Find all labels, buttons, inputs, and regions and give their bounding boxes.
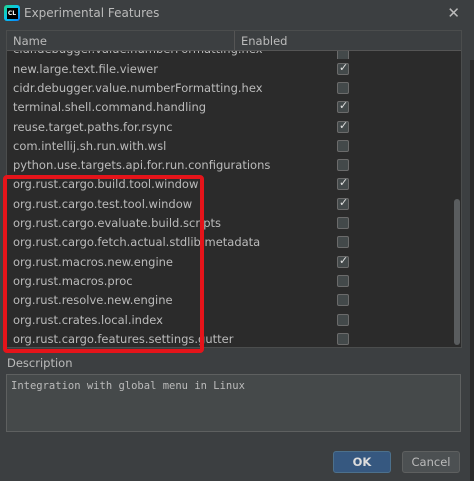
table-row[interactable]: org.rust.macros.proc: [7, 271, 455, 290]
table-row[interactable]: org.rust.crates.local.index: [7, 310, 455, 329]
enabled-checkbox[interactable]: [337, 196, 349, 210]
table-row[interactable]: org.rust.cargo.test.tool.window: [7, 194, 455, 213]
table-row[interactable]: cidr.debugger.value.numberFormatting.hex: [7, 51, 455, 59]
vertical-scrollbar[interactable]: [453, 51, 461, 347]
feature-name: org.rust.cargo.fetch.actual.stdlib.metad…: [13, 235, 261, 250]
enabled-checkbox[interactable]: [337, 294, 349, 307]
ok-button[interactable]: OK: [333, 451, 391, 473]
table-row[interactable]: cidr.debugger.value.numberFormatting.hex: [7, 78, 455, 97]
feature-name: cidr.debugger.value.numberFormatting.hex: [13, 80, 263, 95]
feature-name: org.rust.cargo.test.tool.window: [13, 196, 193, 211]
enabled-checkbox[interactable]: [337, 61, 349, 75]
enabled-checkbox[interactable]: [337, 254, 349, 268]
table-row[interactable]: org.rust.cargo.fetch.actual.stdlib.metad…: [7, 233, 455, 252]
table-row[interactable]: org.rust.cargo.evaluate.build.scripts: [7, 213, 455, 232]
enabled-checkbox[interactable]: [337, 176, 349, 191]
enabled-checkbox[interactable]: [337, 332, 349, 345]
features-table: Name Enabled cidr.debugger.value.numberF…: [6, 30, 462, 348]
feature-name: terminal.shell.command.handling: [13, 100, 207, 115]
enabled-checkbox[interactable]: [337, 139, 349, 152]
column-header-enabled[interactable]: Enabled: [235, 31, 287, 51]
feature-name: python.use.targets.api.for.run.configura…: [13, 158, 271, 173]
clion-app-icon: CL: [4, 5, 20, 21]
feature-name: org.rust.cargo.features.settings.gutter: [13, 331, 234, 346]
enabled-checkbox[interactable]: [337, 217, 349, 230]
feature-name: org.rust.cargo.build.tool.window: [13, 177, 199, 192]
table-row[interactable]: new.large.text.file.viewer: [7, 59, 455, 78]
enabled-checkbox[interactable]: [337, 236, 349, 249]
table-row[interactable]: reuse.target.paths.for.rsync: [7, 117, 455, 136]
feature-name: org.rust.cargo.evaluate.build.scripts: [13, 216, 222, 231]
description-text: Integration with global menu in Linux: [6, 374, 461, 432]
feature-name: org.rust.resolve.new.engine: [13, 293, 173, 308]
description-label: Description: [7, 356, 73, 370]
table-header: Name Enabled: [7, 31, 461, 51]
table-row[interactable]: org.rust.cargo.features.settings.gutter: [7, 329, 455, 347]
feature-name: org.rust.macros.proc: [13, 273, 133, 288]
table-row[interactable]: python.use.targets.api.for.run.configura…: [7, 155, 455, 174]
feature-name: cidr.debugger.value.numberFormatting.hex: [7, 51, 327, 56]
enabled-checkbox[interactable]: [337, 81, 349, 94]
dialog-title: Experimental Features: [24, 6, 160, 20]
column-header-name[interactable]: Name: [7, 31, 235, 51]
window-edge: [470, 60, 474, 481]
scrollbar-thumb[interactable]: [454, 199, 460, 345]
table-row[interactable]: com.intellij.sh.run.with.wsl: [7, 136, 455, 155]
enabled-checkbox[interactable]: [337, 99, 349, 114]
enabled-checkbox[interactable]: [337, 119, 349, 133]
feature-name: reuse.target.paths.for.rsync: [13, 119, 173, 134]
cancel-button[interactable]: Cancel: [402, 451, 460, 473]
table-row[interactable]: org.rust.resolve.new.engine: [7, 291, 455, 310]
enabled-checkbox[interactable]: [337, 51, 349, 59]
table-row[interactable]: org.rust.cargo.build.tool.window: [7, 175, 455, 194]
close-icon[interactable]: ✕: [447, 4, 460, 22]
feature-name: new.large.text.file.viewer: [13, 61, 158, 76]
enabled-checkbox[interactable]: [337, 274, 349, 287]
table-row[interactable]: terminal.shell.command.handling: [7, 98, 455, 117]
enabled-checkbox[interactable]: [337, 313, 349, 326]
table-row[interactable]: org.rust.macros.new.engine: [7, 252, 455, 271]
feature-name: org.rust.crates.local.index: [13, 312, 163, 327]
features-list: cidr.debugger.value.numberFormatting.hex…: [7, 51, 455, 347]
feature-name: org.rust.macros.new.engine: [13, 254, 174, 269]
enabled-checkbox[interactable]: [337, 159, 349, 172]
title-bar: CL Experimental Features ✕: [0, 0, 474, 26]
feature-name: com.intellij.sh.run.with.wsl: [13, 138, 167, 153]
